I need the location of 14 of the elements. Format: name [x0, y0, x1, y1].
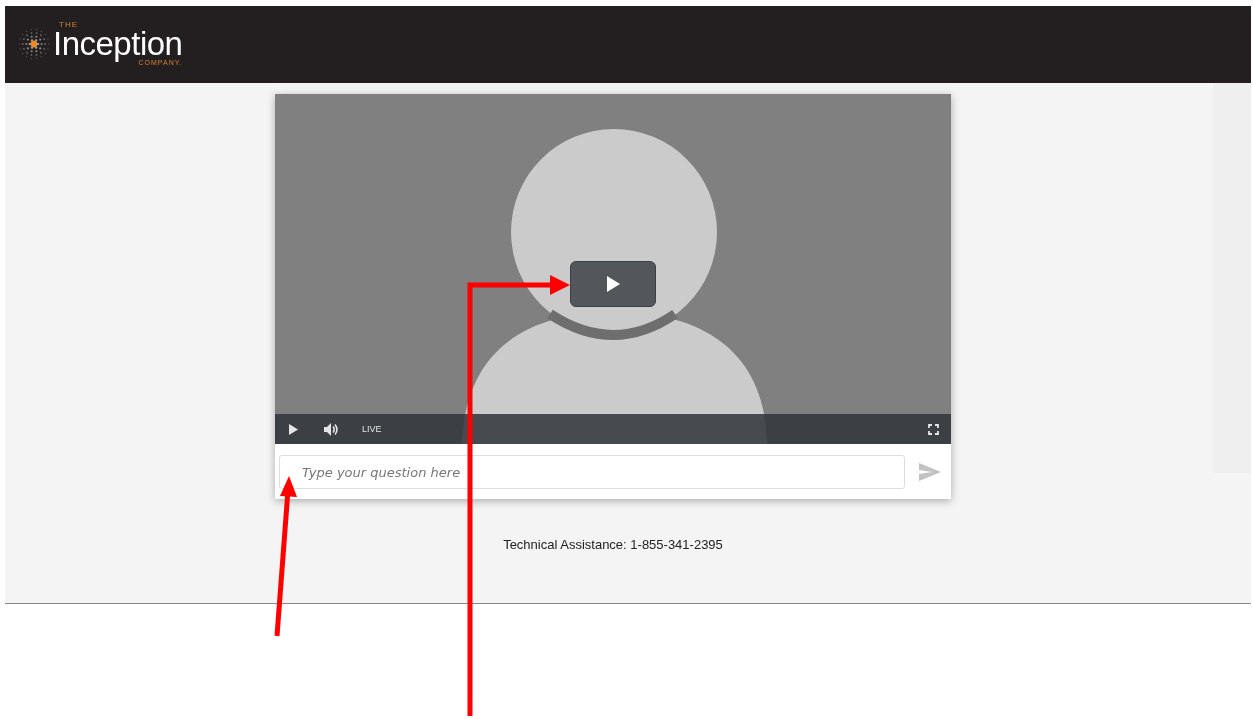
fullscreen-button[interactable]	[928, 423, 939, 435]
play-icon	[289, 423, 298, 435]
question-field[interactable]: Type your question here	[279, 455, 905, 489]
logo-text: THE	[59, 20, 79, 29]
volume-icon	[324, 422, 340, 436]
volume-button[interactable]	[324, 422, 340, 436]
send-icon	[919, 463, 941, 481]
play-button[interactable]	[289, 423, 298, 435]
play-icon	[606, 276, 620, 292]
play-button[interactable]	[570, 261, 656, 307]
live-label: LIVE	[362, 424, 382, 434]
logo-icon	[17, 26, 51, 61]
technical-assistance-text: Technical Assistance: 1-855-341-2395	[503, 537, 723, 552]
fullscreen-icon	[928, 423, 939, 435]
